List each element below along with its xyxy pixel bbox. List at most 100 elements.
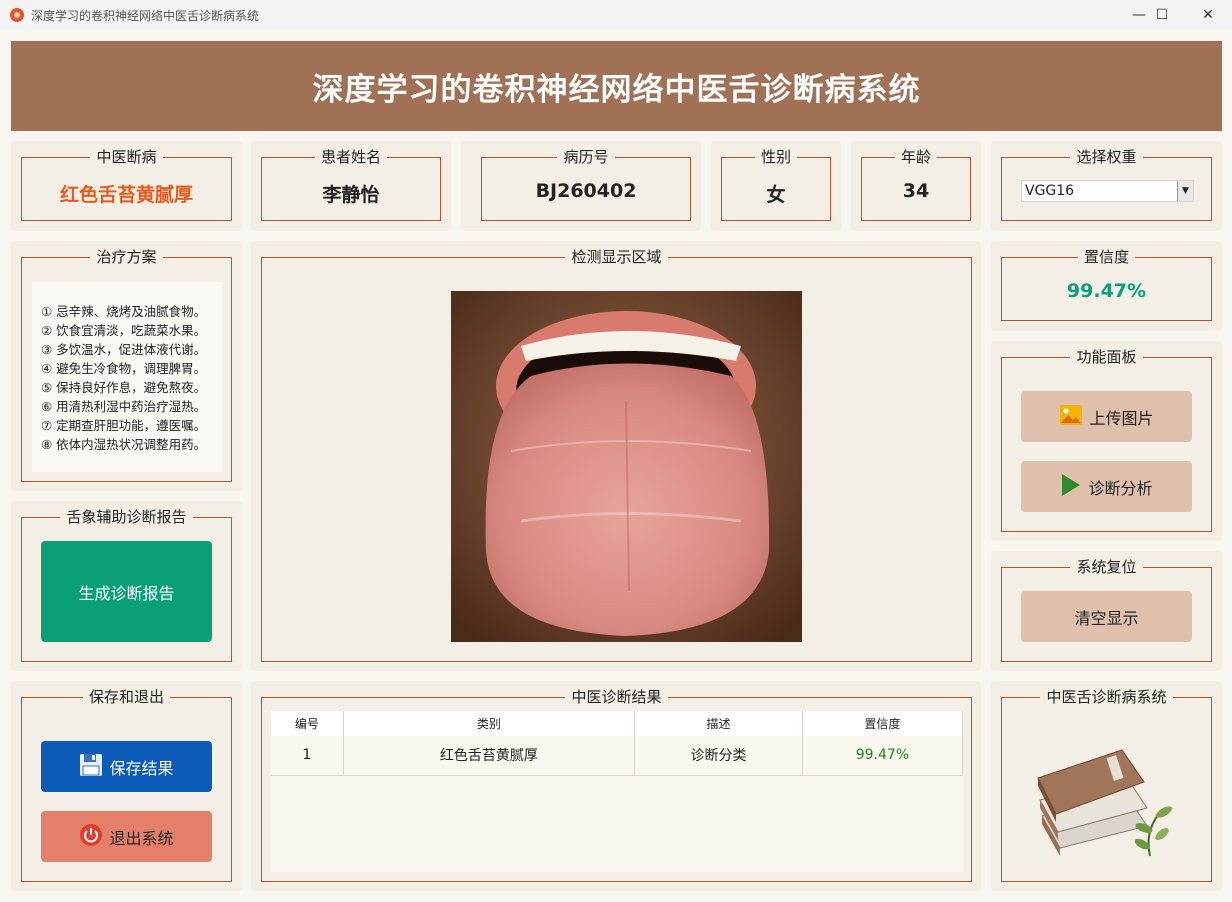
save-exit-panel: 保存和退出 保存结果 退出系统 xyxy=(11,681,242,891)
gender-group: 性别 女 xyxy=(721,148,831,221)
cell-confidence: 99.47% xyxy=(802,736,964,776)
upload-image-button[interactable]: 上传图片 xyxy=(1021,391,1192,442)
cell-category: 红色舌苔黄腻厚 xyxy=(343,736,636,776)
confidence-value: 99.47% xyxy=(1066,280,1147,302)
diagnose-analyze-label: 诊断分析 xyxy=(1088,478,1153,498)
page-title: 深度学习的卷积神经网络中医舌诊断病系统 xyxy=(312,71,921,108)
save-results-button[interactable]: 保存结果 xyxy=(41,741,212,792)
title-bar: 深度学习的卷积神经网络中医舌诊断病系统 — ☐ ✕ xyxy=(0,0,1232,30)
function-label: 功能面板 xyxy=(1070,348,1143,366)
confidence-label: 置信度 xyxy=(1077,248,1135,266)
table-empty-area xyxy=(271,776,963,872)
age-group: 年龄 34 xyxy=(861,148,971,221)
close-button[interactable]: ✕ xyxy=(1185,0,1231,30)
clear-display-label: 清空显示 xyxy=(1074,608,1139,628)
detection-label: 检测显示区域 xyxy=(565,248,668,266)
app-header: 深度学习的卷积神经网络中医舌诊断病系统 xyxy=(11,41,1222,131)
diagnosis-panel: 中医断病 红色舌苔黄腻厚 xyxy=(11,141,242,231)
upload-image-label: 上传图片 xyxy=(1089,408,1154,428)
logo-group: 中医舌诊断病系统 xyxy=(1001,688,1212,882)
results-label: 中医诊断结果 xyxy=(565,688,668,706)
report-panel: 舌象辅助诊断报告 生成诊断报告 xyxy=(11,501,242,671)
detection-group: 检测显示区域 xyxy=(261,248,972,662)
gender-panel: 性别 女 xyxy=(711,141,841,231)
app-icon xyxy=(10,8,24,22)
window-title: 深度学习的卷积神经网络中医舌诊断病系统 xyxy=(31,9,260,23)
results-table: 编号 类别 描述 置信度 1 红色舌苔黄腻厚 诊断分类 99.47% xyxy=(271,711,964,776)
treatment-item: ④ 避免生冷食物，调理脾胃。 xyxy=(41,361,207,376)
column-header-description[interactable]: 描述 xyxy=(634,711,803,736)
results-panel: 中医诊断结果 编号 类别 描述 置信度 1 红色舌苔黄腻厚 诊断分类 99.47… xyxy=(251,681,981,891)
maximize-button[interactable]: ☐ xyxy=(1139,0,1185,30)
function-panel: 功能面板 上传图片 诊断分析 xyxy=(991,341,1222,541)
treatment-item: ① 忌辛辣、烧烤及油腻食物。 xyxy=(41,304,207,319)
cell-id: 1 xyxy=(271,736,344,776)
treatment-list: ① 忌辛辣、烧烤及油腻食物。 ② 饮食宜清淡，吃蔬菜水果。 ③ 多饮温水，促进体… xyxy=(32,282,222,472)
table-row[interactable]: 1 红色舌苔黄腻厚 诊断分类 99.47% xyxy=(271,736,964,776)
logo-panel: 中医舌诊断病系统 xyxy=(991,681,1222,891)
save-exit-group: 保存和退出 保存结果 退出系统 xyxy=(21,688,232,882)
reset-panel: 系统复位 清空显示 xyxy=(991,551,1222,671)
report-label: 舌象辅助诊断报告 xyxy=(60,508,193,526)
reset-label: 系统复位 xyxy=(1070,558,1143,576)
weights-panel: 选择权重 VGG16 ▼ xyxy=(991,141,1222,231)
image-icon xyxy=(1059,404,1083,430)
patient-name-value: 李静怡 xyxy=(322,184,380,206)
reset-group: 系统复位 清空显示 xyxy=(1001,558,1212,662)
weights-selected-value: VGG16 xyxy=(1025,183,1075,199)
treatment-item: ⑦ 定期查肝胆功能，遵医嘱。 xyxy=(41,418,207,433)
patient-name-label: 患者姓名 xyxy=(314,148,387,166)
diagnose-analyze-button[interactable]: 诊断分析 xyxy=(1021,461,1192,512)
diagnosis-value: 红色舌苔黄腻厚 xyxy=(59,184,193,206)
tongue-image xyxy=(451,291,802,642)
weights-group: 选择权重 VGG16 ▼ xyxy=(1001,148,1212,221)
treatment-item: ② 饮食宜清淡，吃蔬菜水果。 xyxy=(41,323,207,338)
diagnosis-label: 中医断病 xyxy=(90,148,163,166)
detection-panel: 检测显示区域 xyxy=(251,241,981,671)
confidence-group: 置信度 99.47% xyxy=(1001,248,1212,321)
save-results-label: 保存结果 xyxy=(109,758,174,778)
patient-name-group: 患者姓名 李静怡 xyxy=(261,148,441,221)
report-group: 舌象辅助诊断报告 生成诊断报告 xyxy=(21,508,232,662)
gender-value: 女 xyxy=(766,184,786,206)
age-label: 年龄 xyxy=(894,148,937,166)
power-icon xyxy=(79,823,103,851)
weights-select[interactable]: VGG16 ▼ xyxy=(1021,180,1194,202)
treatment-item: ⑤ 保持良好作息，避免熬夜。 xyxy=(41,380,207,395)
treatment-group: 治疗方案 ① 忌辛辣、烧烤及油腻食物。 ② 饮食宜清淡，吃蔬菜水果。 ③ 多饮温… xyxy=(21,248,232,482)
column-header-category[interactable]: 类别 xyxy=(343,711,636,736)
treatment-panel: 治疗方案 ① 忌辛辣、烧烤及油腻食物。 ② 饮食宜清淡，吃蔬菜水果。 ③ 多饮温… xyxy=(11,241,242,491)
confidence-panel: 置信度 99.47% xyxy=(991,241,1222,331)
treatment-item: ⑥ 用清热利湿中药治疗湿热。 xyxy=(41,399,207,414)
record-no-value: BJ260402 xyxy=(535,180,637,202)
exit-system-label: 退出系统 xyxy=(109,828,174,848)
treatment-item: ③ 多饮温水，促进体液代谢。 xyxy=(41,342,207,357)
clear-display-button[interactable]: 清空显示 xyxy=(1021,591,1192,642)
table-header-row: 编号 类别 描述 置信度 xyxy=(271,711,964,736)
treatment-item: ⑧ 依体内湿热状况调整用药。 xyxy=(41,437,207,452)
floppy-disk-icon xyxy=(79,753,103,781)
gender-label: 性别 xyxy=(754,148,797,166)
books-herb-icon xyxy=(1032,738,1182,862)
weights-label: 选择权重 xyxy=(1070,148,1143,166)
logo-panel-label: 中医舌诊断病系统 xyxy=(1040,688,1173,706)
exit-system-button[interactable]: 退出系统 xyxy=(41,811,212,862)
generate-report-label: 生成诊断报告 xyxy=(78,583,175,603)
treatment-label: 治疗方案 xyxy=(90,248,163,266)
generate-report-button[interactable]: 生成诊断报告 xyxy=(41,541,212,642)
age-panel: 年龄 34 xyxy=(851,141,981,231)
column-header-confidence[interactable]: 置信度 xyxy=(802,711,964,736)
cell-description: 诊断分类 xyxy=(634,736,803,776)
patient-name-panel: 患者姓名 李静怡 xyxy=(251,141,451,231)
diagnosis-group: 中医断病 红色舌苔黄腻厚 xyxy=(21,148,232,221)
play-icon xyxy=(1060,473,1082,501)
dropdown-arrow-icon[interactable]: ▼ xyxy=(1177,181,1193,201)
age-value: 34 xyxy=(902,180,930,202)
column-header-id[interactable]: 编号 xyxy=(271,711,344,736)
results-group: 中医诊断结果 编号 类别 描述 置信度 1 红色舌苔黄腻厚 诊断分类 99.47… xyxy=(261,688,972,882)
record-no-group: 病历号 BJ260402 xyxy=(481,148,691,221)
record-no-panel: 病历号 BJ260402 xyxy=(461,141,701,231)
record-no-label: 病历号 xyxy=(557,148,615,166)
function-group: 功能面板 上传图片 诊断分析 xyxy=(1001,348,1212,532)
save-exit-label: 保存和退出 xyxy=(82,688,170,706)
